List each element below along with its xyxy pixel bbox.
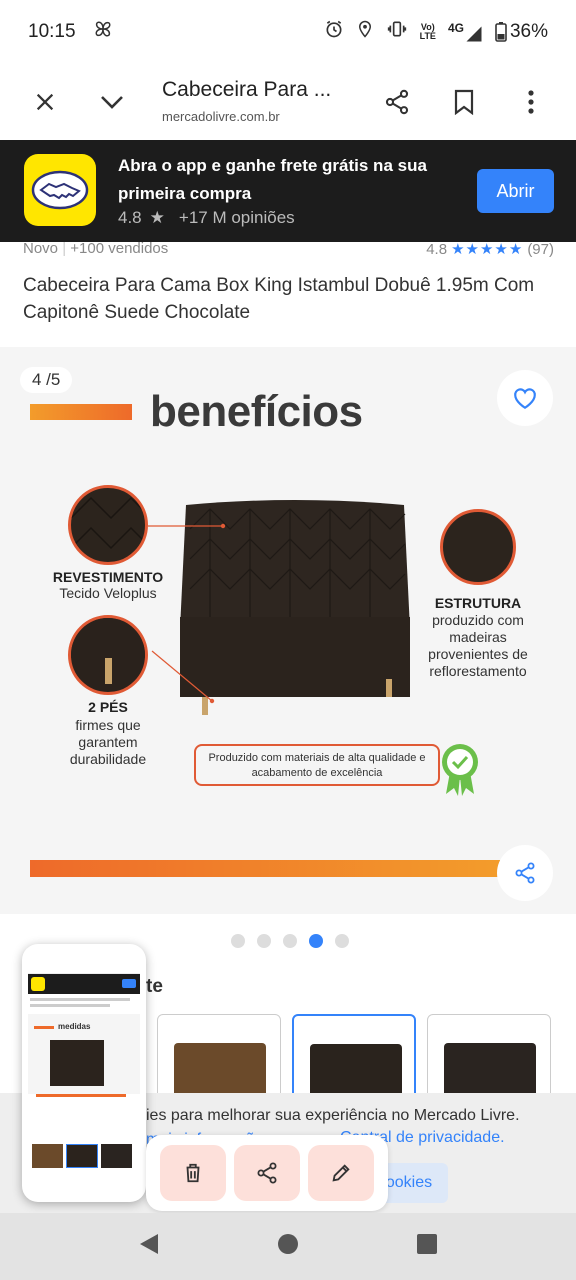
fabric-detail-image	[68, 485, 148, 565]
quality-note: Produzido com materiais de alta qualidad…	[194, 744, 440, 786]
cookie-text: ies para melhorar sua experiência no Mer…	[146, 1107, 520, 1124]
fan-icon	[92, 18, 114, 46]
preview-swatch	[65, 1144, 99, 1168]
banner-reviews: +17 M opiniões	[178, 208, 295, 227]
preview-text-line	[30, 1004, 110, 1007]
preview-gallery: medidas	[28, 1014, 140, 1094]
chevron-down-icon[interactable]	[92, 82, 132, 122]
preview-swatches	[32, 1144, 133, 1168]
bookmark-icon[interactable]	[444, 82, 484, 122]
edit-button[interactable]	[308, 1145, 374, 1201]
network-type: 4G	[447, 21, 464, 35]
condition-sold: Novo | +100 vendidos	[23, 242, 169, 257]
status-left: 10:15	[28, 18, 114, 46]
browser-toolbar: Cabeceira Para ... mercadolivre.com.br	[0, 64, 576, 140]
signal-icon	[466, 26, 482, 42]
battery-indicator: 36%	[495, 21, 548, 43]
page-title: Cabeceira Para ...	[162, 78, 332, 101]
feet-detail-image	[68, 615, 148, 695]
banner-rating: 4.8 ★ +17 M opiniões	[118, 208, 295, 228]
product-meta-row: Novo | +100 vendidos 4.8 ★★★★★ (97)	[23, 242, 554, 258]
alarm-icon	[324, 19, 344, 45]
share-icon	[515, 862, 535, 884]
share-icon	[257, 1162, 277, 1184]
preview-headboard	[50, 1040, 104, 1086]
carousel-dot[interactable]	[231, 934, 245, 948]
heart-icon	[514, 388, 536, 410]
feature-feet-desc: firmes que garantem durabilidade	[69, 717, 147, 767]
app-install-banner: Abra o app e ganhe frete grátis na sua p…	[0, 140, 576, 242]
banner-rating-value: 4.8	[118, 208, 142, 227]
pencil-icon	[332, 1164, 350, 1182]
feature-structure-title: ESTRUTURA	[434, 595, 522, 611]
battery-icon	[495, 22, 507, 42]
mercadolivre-logo	[24, 154, 96, 226]
decor-bar-top	[30, 404, 132, 420]
status-right: Vo) LTE 4G 36%	[324, 19, 548, 45]
feature-coating-desc: Tecido Veloplus	[59, 585, 157, 601]
gallery-share-button[interactable]	[497, 845, 553, 901]
carousel-dots	[231, 934, 349, 948]
rating-stars: ★★★★★	[451, 242, 524, 258]
carousel-dot-active[interactable]	[309, 934, 323, 948]
status-bar: 10:15 Vo) LTE 4G 36%	[0, 0, 576, 64]
share-icon[interactable]	[377, 82, 417, 122]
favorite-button[interactable]	[497, 370, 553, 426]
structure-detail-image	[440, 509, 516, 585]
preview-app-banner	[28, 974, 140, 994]
pointer-line-2	[151, 650, 215, 704]
more-vert-icon[interactable]	[511, 82, 551, 122]
gallery-heading: benefícios	[150, 387, 363, 436]
home-nav-icon[interactable]	[277, 1233, 299, 1260]
system-nav-bar	[0, 1213, 576, 1280]
rating-value: 4.8	[426, 242, 448, 258]
feature-structure-desc: produzido com madeiras provenientes de r…	[428, 612, 528, 679]
signal-indicator: 4G	[448, 21, 483, 43]
carousel-dot[interactable]	[283, 934, 297, 948]
preview-logo	[31, 977, 45, 991]
pointer-line-1	[148, 523, 226, 529]
open-app-button[interactable]: Abrir	[477, 169, 554, 213]
preview-bar	[34, 1026, 54, 1029]
sold-count: +100 vendidos	[70, 242, 169, 257]
product-title: Cabeceira Para Cama Box King Istambul Do…	[23, 275, 535, 323]
preview-open-button	[122, 979, 136, 988]
decor-bar-bottom	[30, 860, 500, 877]
feature-feet-title: 2 PÉS	[88, 699, 128, 715]
quality-seal-icon	[442, 744, 478, 796]
preview-browser-bar	[28, 952, 140, 974]
close-icon[interactable]	[25, 82, 65, 122]
screenshot-preview[interactable]: medidas	[22, 944, 146, 1202]
recents-nav-icon[interactable]	[416, 1233, 438, 1260]
battery-percent: 36%	[509, 21, 548, 42]
vibrate-icon	[386, 19, 408, 45]
feature-coating-title: REVESTIMENTO	[52, 569, 164, 585]
preview-heading: medidas	[58, 1022, 91, 1031]
screenshot-toolbar	[146, 1135, 388, 1211]
color-section-label: te	[146, 976, 163, 997]
share-screenshot-button[interactable]	[234, 1145, 300, 1201]
carousel-dot[interactable]	[257, 934, 271, 948]
delete-button[interactable]	[160, 1145, 226, 1201]
banner-text: Abra o app e ganhe frete grátis na sua p…	[118, 156, 427, 203]
preview-swatch	[101, 1144, 133, 1168]
volte-bottom: LTE	[419, 31, 436, 41]
image-counter: 4 /5	[20, 367, 73, 393]
volte-indicator: Vo) LTE	[420, 23, 436, 41]
page-domain: mercadolivre.com.br	[162, 109, 280, 124]
location-icon	[356, 19, 374, 45]
status-time: 10:15	[28, 21, 76, 42]
preview-text-line	[30, 998, 130, 1001]
trash-icon	[186, 1163, 200, 1183]
carousel-dot[interactable]	[335, 934, 349, 948]
condition-label: Novo	[23, 242, 59, 257]
product-gallery[interactable]: 4 /5 benefícios REVESTIMENTO Tecido Velo…	[0, 347, 576, 914]
preview-swatch	[32, 1144, 63, 1168]
rating-summary[interactable]: 4.8 ★★★★★ (97)	[426, 242, 554, 258]
back-nav-icon[interactable]	[138, 1232, 160, 1261]
preview-bar-bottom	[36, 1094, 126, 1097]
reviews-count: (97)	[527, 242, 554, 258]
star-icon: ★	[149, 208, 165, 227]
